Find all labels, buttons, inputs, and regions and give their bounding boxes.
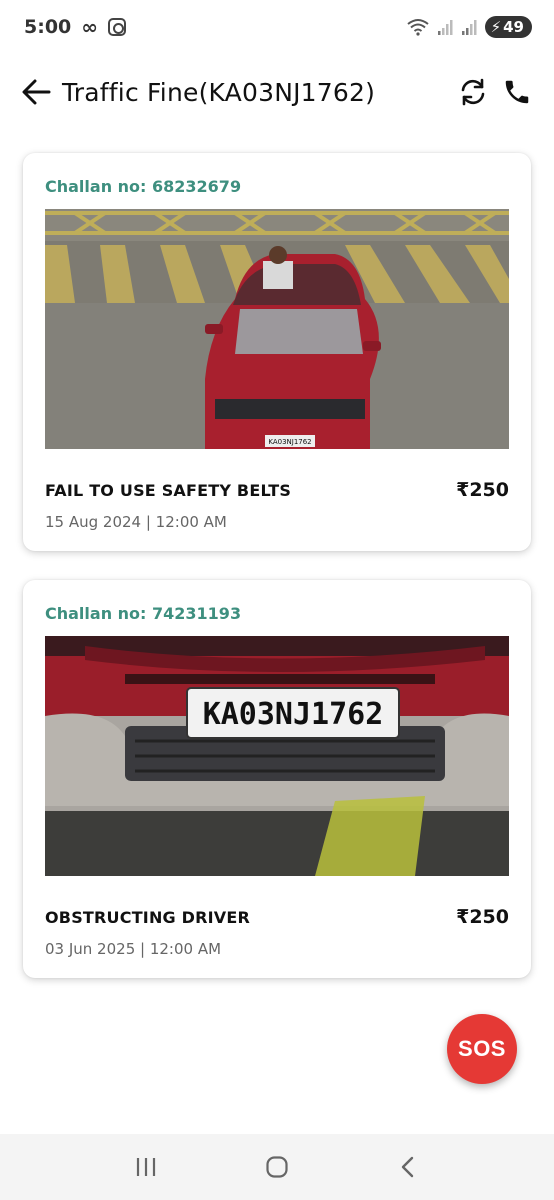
battery-level: 49 (503, 18, 524, 36)
recent-apps-icon (136, 1158, 155, 1176)
status-right: ⚡ 49 (406, 16, 532, 38)
fine-amount: ₹250 (456, 906, 509, 928)
nav-back-button[interactable] (388, 1147, 428, 1187)
evidence-photo[interactable]: KA03NJ1762 (45, 209, 509, 449)
violation-row: OBSTRUCTING DRIVER ₹250 (45, 906, 509, 928)
navigation-bar (0, 1134, 554, 1200)
violation-row: FAIL TO USE SAFETY BELTS ₹250 (45, 479, 509, 501)
violation-datetime: 15 Aug 2024 | 12:00 AM (45, 513, 227, 531)
refresh-icon (461, 78, 485, 106)
phone-icon (505, 80, 529, 104)
home-button[interactable] (257, 1147, 297, 1187)
challan-number: Challan no: 74231193 (45, 604, 242, 623)
battery-charging-icon: ⚡ (490, 18, 502, 36)
photo-plate-text: KA03NJ1762 (268, 438, 311, 446)
evidence-photo[interactable]: KA03NJ1762 (45, 636, 509, 876)
sos-button[interactable]: SOS (447, 1014, 517, 1084)
back-icon (402, 1156, 414, 1178)
home-icon (266, 1156, 288, 1178)
recent-apps-button[interactable] (126, 1147, 166, 1187)
signal-icon (461, 20, 477, 35)
back-arrow-icon (22, 79, 51, 105)
violation-name: OBSTRUCTING DRIVER (45, 907, 251, 927)
back-button[interactable] (20, 76, 52, 108)
status-left: 5:00 ∞ (24, 16, 126, 38)
instagram-icon (107, 18, 126, 36)
call-button[interactable] (498, 73, 536, 111)
wifi-icon (406, 19, 429, 36)
challan-card[interactable]: Challan no: 74231193 KA03NJ1762 OBSTRUCT… (23, 580, 531, 978)
app-bar: Traffic Fine(KA03NJ1762) (0, 64, 554, 120)
fine-amount: ₹250 (456, 479, 509, 501)
violation-name: FAIL TO USE SAFETY BELTS (45, 480, 292, 500)
signal-icon (437, 20, 453, 35)
status-bar: 5:00 ∞ ⚡ 49 (0, 0, 554, 54)
challan-number: Challan no: 68232679 (45, 177, 242, 196)
challan-card[interactable]: Challan no: 68232679 KA03NJ1762 FAIL TO … (23, 153, 531, 551)
battery-indicator: ⚡ 49 (484, 16, 532, 38)
photo-plate-text: KA03NJ1762 (203, 697, 384, 732)
status-time: 5:00 (24, 16, 72, 38)
violation-datetime: 03 Jun 2025 | 12:00 AM (45, 940, 222, 958)
page-title: Traffic Fine(KA03NJ1762) (62, 77, 376, 107)
infinity-icon: ∞ (81, 15, 98, 39)
refresh-button[interactable] (454, 73, 492, 111)
